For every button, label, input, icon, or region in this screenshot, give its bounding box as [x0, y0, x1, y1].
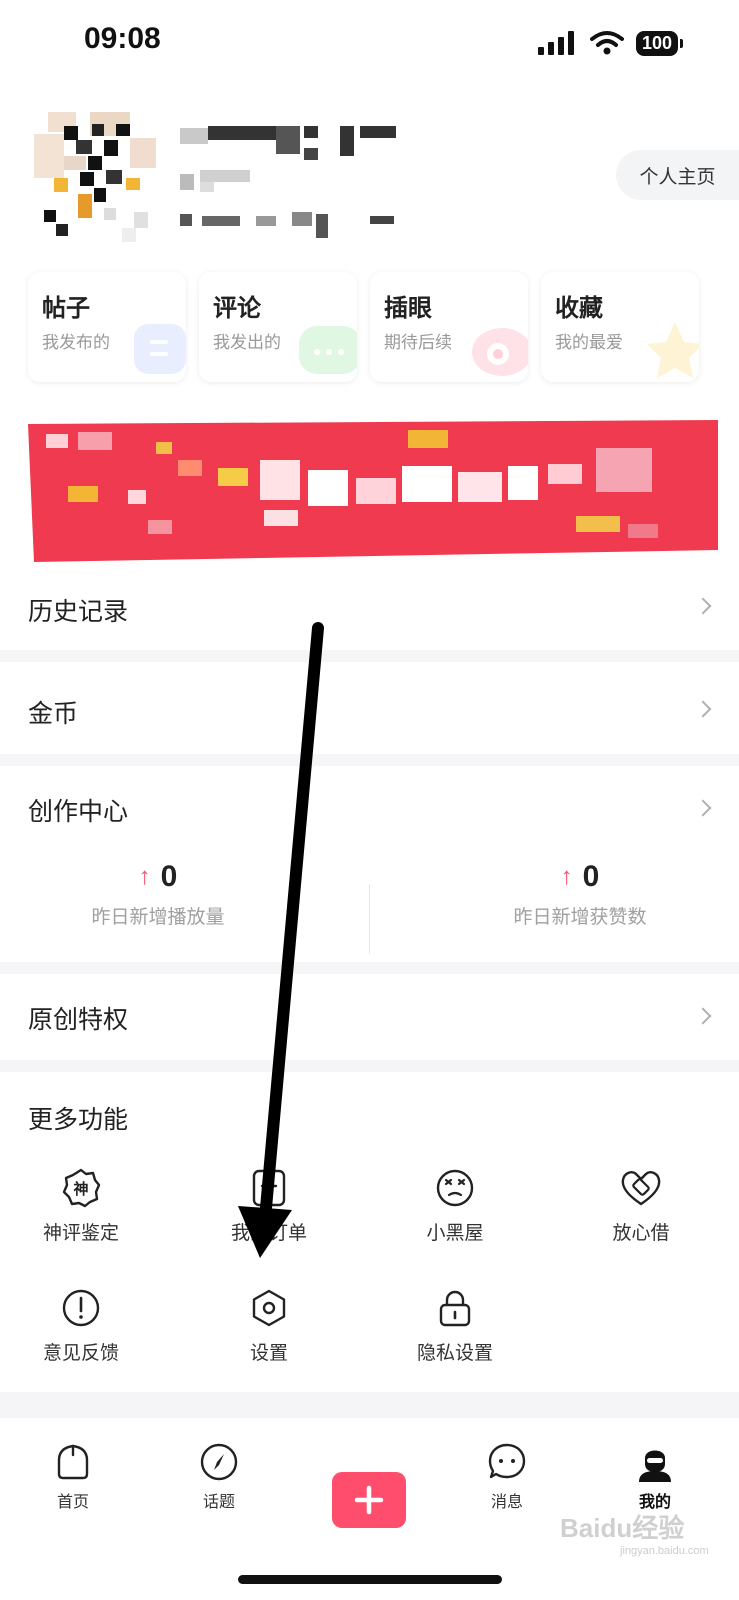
tab-messages[interactable]: 消息 [462, 1442, 552, 1512]
shen-badge-icon: 神 [62, 1168, 101, 1208]
hexagon-settings-icon [252, 1289, 286, 1327]
history-label: 历史记录 [28, 597, 129, 626]
heart-coin-icon [621, 1171, 661, 1206]
section-divider [0, 1392, 739, 1418]
chat-bubble-icon [488, 1443, 526, 1479]
tab-label: 话题 [202, 1492, 235, 1511]
home-icon [57, 1444, 89, 1480]
chevron-right-icon[interactable] [694, 799, 712, 817]
status-bar: 09:08 100 [0, 0, 739, 90]
personal-homepage-button[interactable]: 个人主页 [616, 150, 739, 200]
card-subtitle: 我的最爱 [555, 333, 623, 353]
func-my-orders[interactable]: 我的订单 [194, 1168, 344, 1245]
section-divider [0, 962, 739, 974]
tab-profile[interactable]: 我的 [610, 1442, 700, 1512]
stat-plays[interactable]: ↑ 0 昨日新增播放量 [8, 860, 308, 929]
chevron-right-icon [694, 1007, 712, 1025]
arrow-up-icon: ↑ [560, 863, 573, 890]
func-blacklist[interactable]: 小黑屋 [380, 1168, 530, 1245]
status-icons: 100 [537, 28, 683, 58]
card-title: 收藏 [555, 294, 603, 322]
card-bookmark-eye[interactable]: 插眼 期待后续 [370, 272, 528, 382]
chevron-right-icon [694, 700, 712, 718]
func-settings[interactable]: 设置 [194, 1288, 344, 1365]
func-feedback[interactable]: 意见反馈 [6, 1288, 156, 1365]
publish-button[interactable] [332, 1472, 406, 1528]
stat-divider [369, 884, 370, 954]
func-label: 我的订单 [230, 1222, 307, 1244]
watermark-url: jingyan.baidu.com [620, 1545, 709, 1557]
func-label: 神评鉴定 [42, 1222, 119, 1244]
section-divider [0, 1060, 739, 1072]
creation-center-title[interactable]: 创作中心 [28, 792, 128, 828]
card-title: 插眼 [384, 294, 432, 322]
document-icon [134, 324, 186, 374]
card-title: 帖子 [42, 294, 90, 322]
history-row[interactable]: 历史记录 [0, 572, 739, 650]
card-subtitle: 我发布的 [42, 333, 110, 353]
stat-value: 0 [160, 860, 178, 893]
original-privilege-row[interactable]: 原创特权 [0, 974, 739, 1060]
card-subtitle: 我发出的 [213, 333, 281, 353]
func-label: 放心借 [612, 1222, 670, 1244]
lock-icon [439, 1290, 471, 1327]
stat-label: 昨日新增播放量 [91, 906, 225, 928]
stat-label: 昨日新增获赞数 [513, 906, 647, 928]
star-icon [647, 322, 699, 378]
watermark-brand: Baidu经验 [560, 1513, 685, 1543]
status-time: 09:08 [84, 22, 161, 55]
avatar[interactable] [34, 112, 164, 242]
card-favorites[interactable]: 收藏 我的最爱 [541, 272, 699, 382]
tab-home[interactable]: 首页 [28, 1442, 118, 1512]
coins-label: 金币 [28, 699, 79, 728]
section-divider [0, 754, 739, 766]
order-icon [252, 1169, 286, 1207]
tab-label: 首页 [56, 1492, 89, 1511]
plus-icon [354, 1485, 384, 1515]
quick-cards: 帖子 我发布的 评论 我发出的 插眼 期待后续 收藏 我的最爱 [28, 272, 718, 382]
card-posts[interactable]: 帖子 我发布的 [28, 272, 186, 382]
func-label: 设置 [249, 1342, 288, 1364]
user-avatar-icon [639, 1450, 671, 1482]
tab-topics[interactable]: 话题 [174, 1442, 264, 1512]
comment-bubble-icon [299, 326, 357, 374]
card-title: 评论 [213, 294, 261, 322]
chevron-right-icon [694, 597, 712, 615]
func-shen-ping[interactable]: 神 神评鉴定 [6, 1168, 156, 1245]
card-comments[interactable]: 评论 我发出的 [199, 272, 357, 382]
section-divider [0, 650, 739, 662]
dizzy-face-icon [436, 1169, 474, 1207]
eye-icon [472, 328, 528, 376]
wifi-icon [589, 31, 624, 55]
more-functions-title: 更多功能 [28, 1105, 129, 1134]
func-loan[interactable]: 放心借 [566, 1168, 716, 1245]
promo-banner[interactable] [28, 420, 718, 562]
coins-row[interactable]: 金币 [0, 662, 739, 754]
func-privacy-settings[interactable]: 隐私设置 [380, 1288, 530, 1365]
arrow-up-icon: ↑ [138, 863, 151, 890]
stat-value: 0 [582, 860, 600, 893]
func-label: 隐私设置 [416, 1342, 493, 1364]
compass-icon [200, 1443, 238, 1481]
tab-label: 消息 [490, 1492, 523, 1511]
original-privilege-label: 原创特权 [28, 1005, 129, 1034]
stat-likes[interactable]: ↑ 0 昨日新增获赞数 [430, 860, 730, 929]
battery-tip [680, 38, 683, 48]
svg-text:神: 神 [73, 1180, 88, 1198]
battery-level: 100 [635, 30, 678, 56]
stat-value-row: ↑ 0 [561, 860, 600, 894]
home-indicator [238, 1575, 502, 1584]
username-redacted [180, 126, 396, 238]
exclamation-circle-icon [62, 1289, 100, 1327]
battery-indicator: 100 [635, 30, 683, 56]
stat-value-row: ↑ 0 [139, 860, 178, 894]
cellular-signal-icon [537, 31, 574, 55]
func-label: 小黑屋 [426, 1222, 484, 1244]
func-label: 意见反馈 [42, 1342, 119, 1364]
card-subtitle: 期待后续 [384, 333, 452, 353]
